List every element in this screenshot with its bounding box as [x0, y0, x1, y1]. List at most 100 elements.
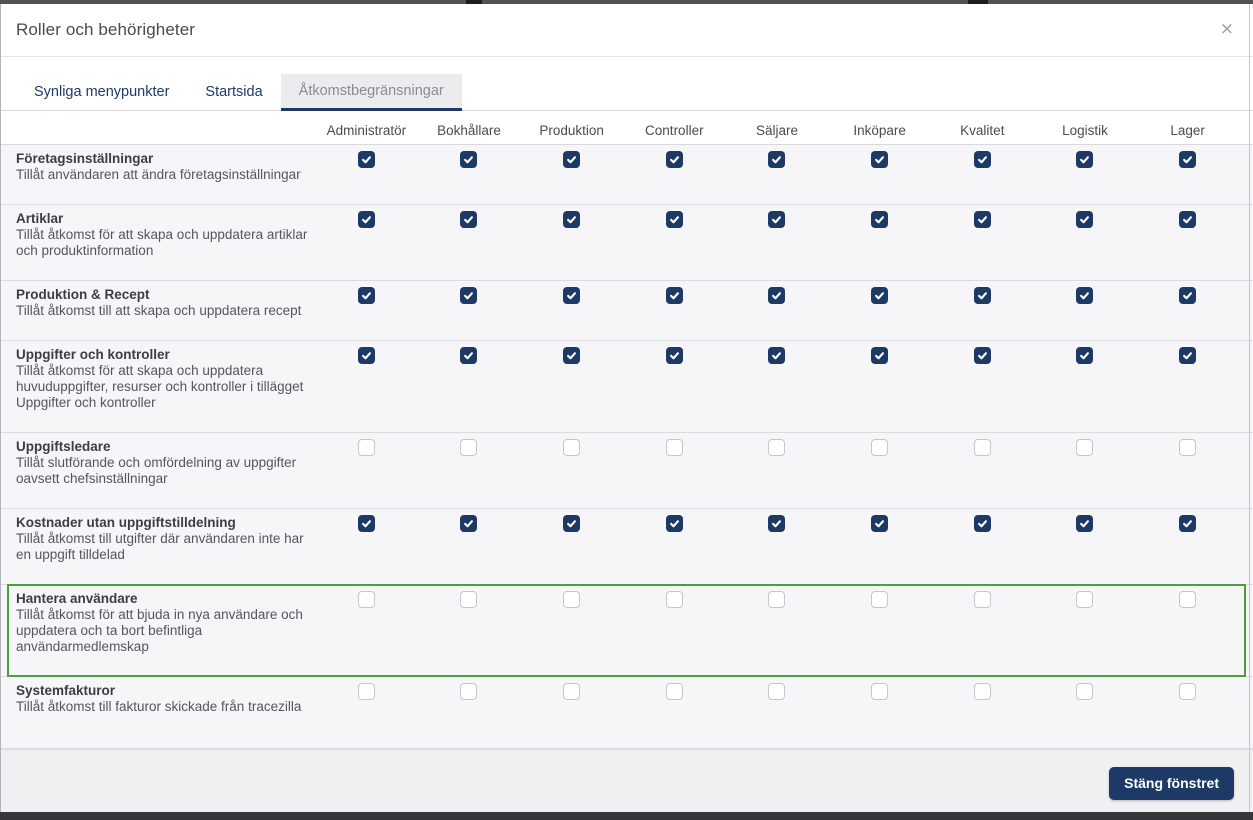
- checkbox-produktion-recept-produktion[interactable]: [563, 287, 581, 304]
- tab-åtkomstbegränsningar[interactable]: Åtkomstbegränsningar: [280, 74, 462, 111]
- permission-title: Kostnader utan uppgiftstilldelning: [16, 515, 236, 530]
- checkbox-hantera-användare-inköpare[interactable]: [871, 591, 889, 608]
- checkbox-kostnader-utan-uppgiftstilldelning-bokhållare[interactable]: [460, 515, 478, 532]
- checkbox-hantera-användare-säljare[interactable]: [768, 591, 786, 608]
- column-header-controller: Controller: [645, 123, 704, 138]
- close-window-button[interactable]: Stäng fönstret: [1109, 766, 1234, 800]
- checkbox-företagsinställningar-logistik[interactable]: [1076, 151, 1094, 168]
- checkbox-cell: [828, 433, 931, 456]
- checkbox-systemfakturor-inköpare[interactable]: [871, 683, 889, 700]
- checkbox-hantera-användare-bokhållare[interactable]: [460, 591, 478, 608]
- checkbox-artiklar-logistik[interactable]: [1076, 211, 1094, 228]
- checkbox-uppgifter-och-kontroller-kvalitet[interactable]: [973, 347, 991, 364]
- checkbox-systemfakturor-produktion[interactable]: [563, 683, 581, 700]
- checkbox-uppgiftsledare-säljare[interactable]: [768, 439, 786, 456]
- checkbox-cell: [828, 205, 931, 228]
- permission-title: Artiklar: [16, 211, 64, 226]
- checkbox-systemfakturor-logistik[interactable]: [1076, 683, 1094, 700]
- checkbox-hantera-användare-produktion[interactable]: [563, 591, 581, 608]
- checkbox-produktion-recept-administratör[interactable]: [357, 287, 375, 304]
- checkbox-uppgifter-och-kontroller-logistik[interactable]: [1076, 347, 1094, 364]
- checkbox-produktion-recept-controller[interactable]: [665, 287, 683, 304]
- checkbox-artiklar-säljare[interactable]: [768, 211, 786, 228]
- modal-right-edge: [1249, 4, 1250, 812]
- checkbox-artiklar-inköpare[interactable]: [871, 211, 889, 228]
- permissions-table: Företagsinställningar Tillåt användaren a…: [0, 145, 1253, 749]
- checkbox-uppgiftsledare-kvalitet[interactable]: [973, 439, 991, 456]
- checkbox-uppgiftsledare-produktion[interactable]: [563, 439, 581, 456]
- checkbox-systemfakturor-lager[interactable]: [1179, 683, 1197, 700]
- tab-startsida[interactable]: Startsida: [187, 74, 280, 111]
- checkbox-kostnader-utan-uppgiftstilldelning-inköpare[interactable]: [871, 515, 889, 532]
- permission-row-artiklar: Artiklar Tillåt åtkomst för att skapa och…: [0, 205, 1253, 281]
- checkbox-artiklar-controller[interactable]: [665, 211, 683, 228]
- checkbox-cell: [1136, 145, 1239, 168]
- checkbox-produktion-recept-kvalitet[interactable]: [973, 287, 991, 304]
- checkbox-uppgiftsledare-bokhållare[interactable]: [460, 439, 478, 456]
- checkbox-artiklar-lager[interactable]: [1179, 211, 1197, 228]
- checkbox-kostnader-utan-uppgiftstilldelning-kvalitet[interactable]: [973, 515, 991, 532]
- checkbox-uppgifter-och-kontroller-bokhållare[interactable]: [460, 347, 478, 364]
- checkbox-kostnader-utan-uppgiftstilldelning-säljare[interactable]: [768, 515, 786, 532]
- permission-row-systemfakturor: Systemfakturor Tillåt åtkomst till faktur…: [0, 677, 1253, 749]
- checkbox-kostnader-utan-uppgiftstilldelning-produktion[interactable]: [563, 515, 581, 532]
- checkbox-hantera-användare-kvalitet[interactable]: [973, 591, 991, 608]
- checkbox-cell: [315, 205, 418, 228]
- close-icon[interactable]: ×: [1220, 21, 1234, 38]
- checkbox-företagsinställningar-controller[interactable]: [665, 151, 683, 168]
- checkbox-systemfakturor-kvalitet[interactable]: [973, 683, 991, 700]
- checkbox-cell: [520, 281, 623, 304]
- checkbox-uppgiftsledare-lager[interactable]: [1179, 439, 1197, 456]
- checkbox-uppgifter-och-kontroller-administratör[interactable]: [357, 347, 375, 364]
- checkbox-hantera-användare-lager[interactable]: [1179, 591, 1197, 608]
- checkbox-cell: [726, 281, 829, 304]
- checkbox-uppgiftsledare-administratör[interactable]: [357, 439, 375, 456]
- checkbox-uppgifter-och-kontroller-inköpare[interactable]: [871, 347, 889, 364]
- checkbox-uppgifter-och-kontroller-produktion[interactable]: [563, 347, 581, 364]
- checkbox-systemfakturor-administratör[interactable]: [357, 683, 375, 700]
- checkbox-produktion-recept-säljare[interactable]: [768, 287, 786, 304]
- checkbox-cell: [828, 677, 931, 700]
- checkbox-hantera-användare-controller[interactable]: [665, 591, 683, 608]
- checkbox-företagsinställningar-inköpare[interactable]: [871, 151, 889, 168]
- column-header-administratör: Administratör: [326, 123, 407, 138]
- checkbox-företagsinställningar-bokhållare[interactable]: [460, 151, 478, 168]
- checkbox-uppgiftsledare-controller[interactable]: [665, 439, 683, 456]
- checkbox-produktion-recept-bokhållare[interactable]: [460, 287, 478, 304]
- checkbox-artiklar-produktion[interactable]: [563, 211, 581, 228]
- checkbox-kostnader-utan-uppgiftstilldelning-lager[interactable]: [1179, 515, 1197, 532]
- permission-title: Systemfakturor: [16, 683, 116, 698]
- checkbox-företagsinställningar-administratör[interactable]: [357, 151, 375, 168]
- checkbox-cell: [418, 677, 521, 700]
- checkbox-hantera-användare-administratör[interactable]: [357, 591, 375, 608]
- checkbox-artiklar-bokhållare[interactable]: [460, 211, 478, 228]
- checkbox-kostnader-utan-uppgiftstilldelning-controller[interactable]: [665, 515, 683, 532]
- checkbox-uppgifter-och-kontroller-säljare[interactable]: [768, 347, 786, 364]
- checkbox-produktion-recept-logistik[interactable]: [1076, 287, 1094, 304]
- tab-synliga-menypunkter[interactable]: Synliga menypunkter: [16, 74, 187, 111]
- checkbox-cell: [520, 677, 623, 700]
- checkbox-företagsinställningar-lager[interactable]: [1179, 151, 1197, 168]
- checkbox-uppgifter-och-kontroller-controller[interactable]: [665, 347, 683, 364]
- permission-title: Företagsinställningar: [16, 151, 154, 166]
- checkbox-företagsinställningar-säljare[interactable]: [768, 151, 786, 168]
- checkbox-cell: [1136, 677, 1239, 700]
- checkbox-kostnader-utan-uppgiftstilldelning-administratör[interactable]: [357, 515, 375, 532]
- checkbox-systemfakturor-bokhållare[interactable]: [460, 683, 478, 700]
- checkbox-uppgiftsledare-inköpare[interactable]: [871, 439, 889, 456]
- column-header-produktion: Produktion: [539, 123, 604, 138]
- modal-footer: Stäng fönstret: [0, 749, 1253, 816]
- checkbox-företagsinställningar-produktion[interactable]: [563, 151, 581, 168]
- checkbox-systemfakturor-säljare[interactable]: [768, 683, 786, 700]
- checkbox-kostnader-utan-uppgiftstilldelning-logistik[interactable]: [1076, 515, 1094, 532]
- checkbox-systemfakturor-controller[interactable]: [665, 683, 683, 700]
- checkbox-cell: [1136, 585, 1239, 608]
- checkbox-artiklar-administratör[interactable]: [357, 211, 375, 228]
- checkbox-produktion-recept-lager[interactable]: [1179, 287, 1197, 304]
- checkbox-företagsinställningar-kvalitet[interactable]: [973, 151, 991, 168]
- checkbox-produktion-recept-inköpare[interactable]: [871, 287, 889, 304]
- checkbox-uppgifter-och-kontroller-lager[interactable]: [1179, 347, 1197, 364]
- checkbox-hantera-användare-logistik[interactable]: [1076, 591, 1094, 608]
- checkbox-uppgiftsledare-logistik[interactable]: [1076, 439, 1094, 456]
- checkbox-artiklar-kvalitet[interactable]: [973, 211, 991, 228]
